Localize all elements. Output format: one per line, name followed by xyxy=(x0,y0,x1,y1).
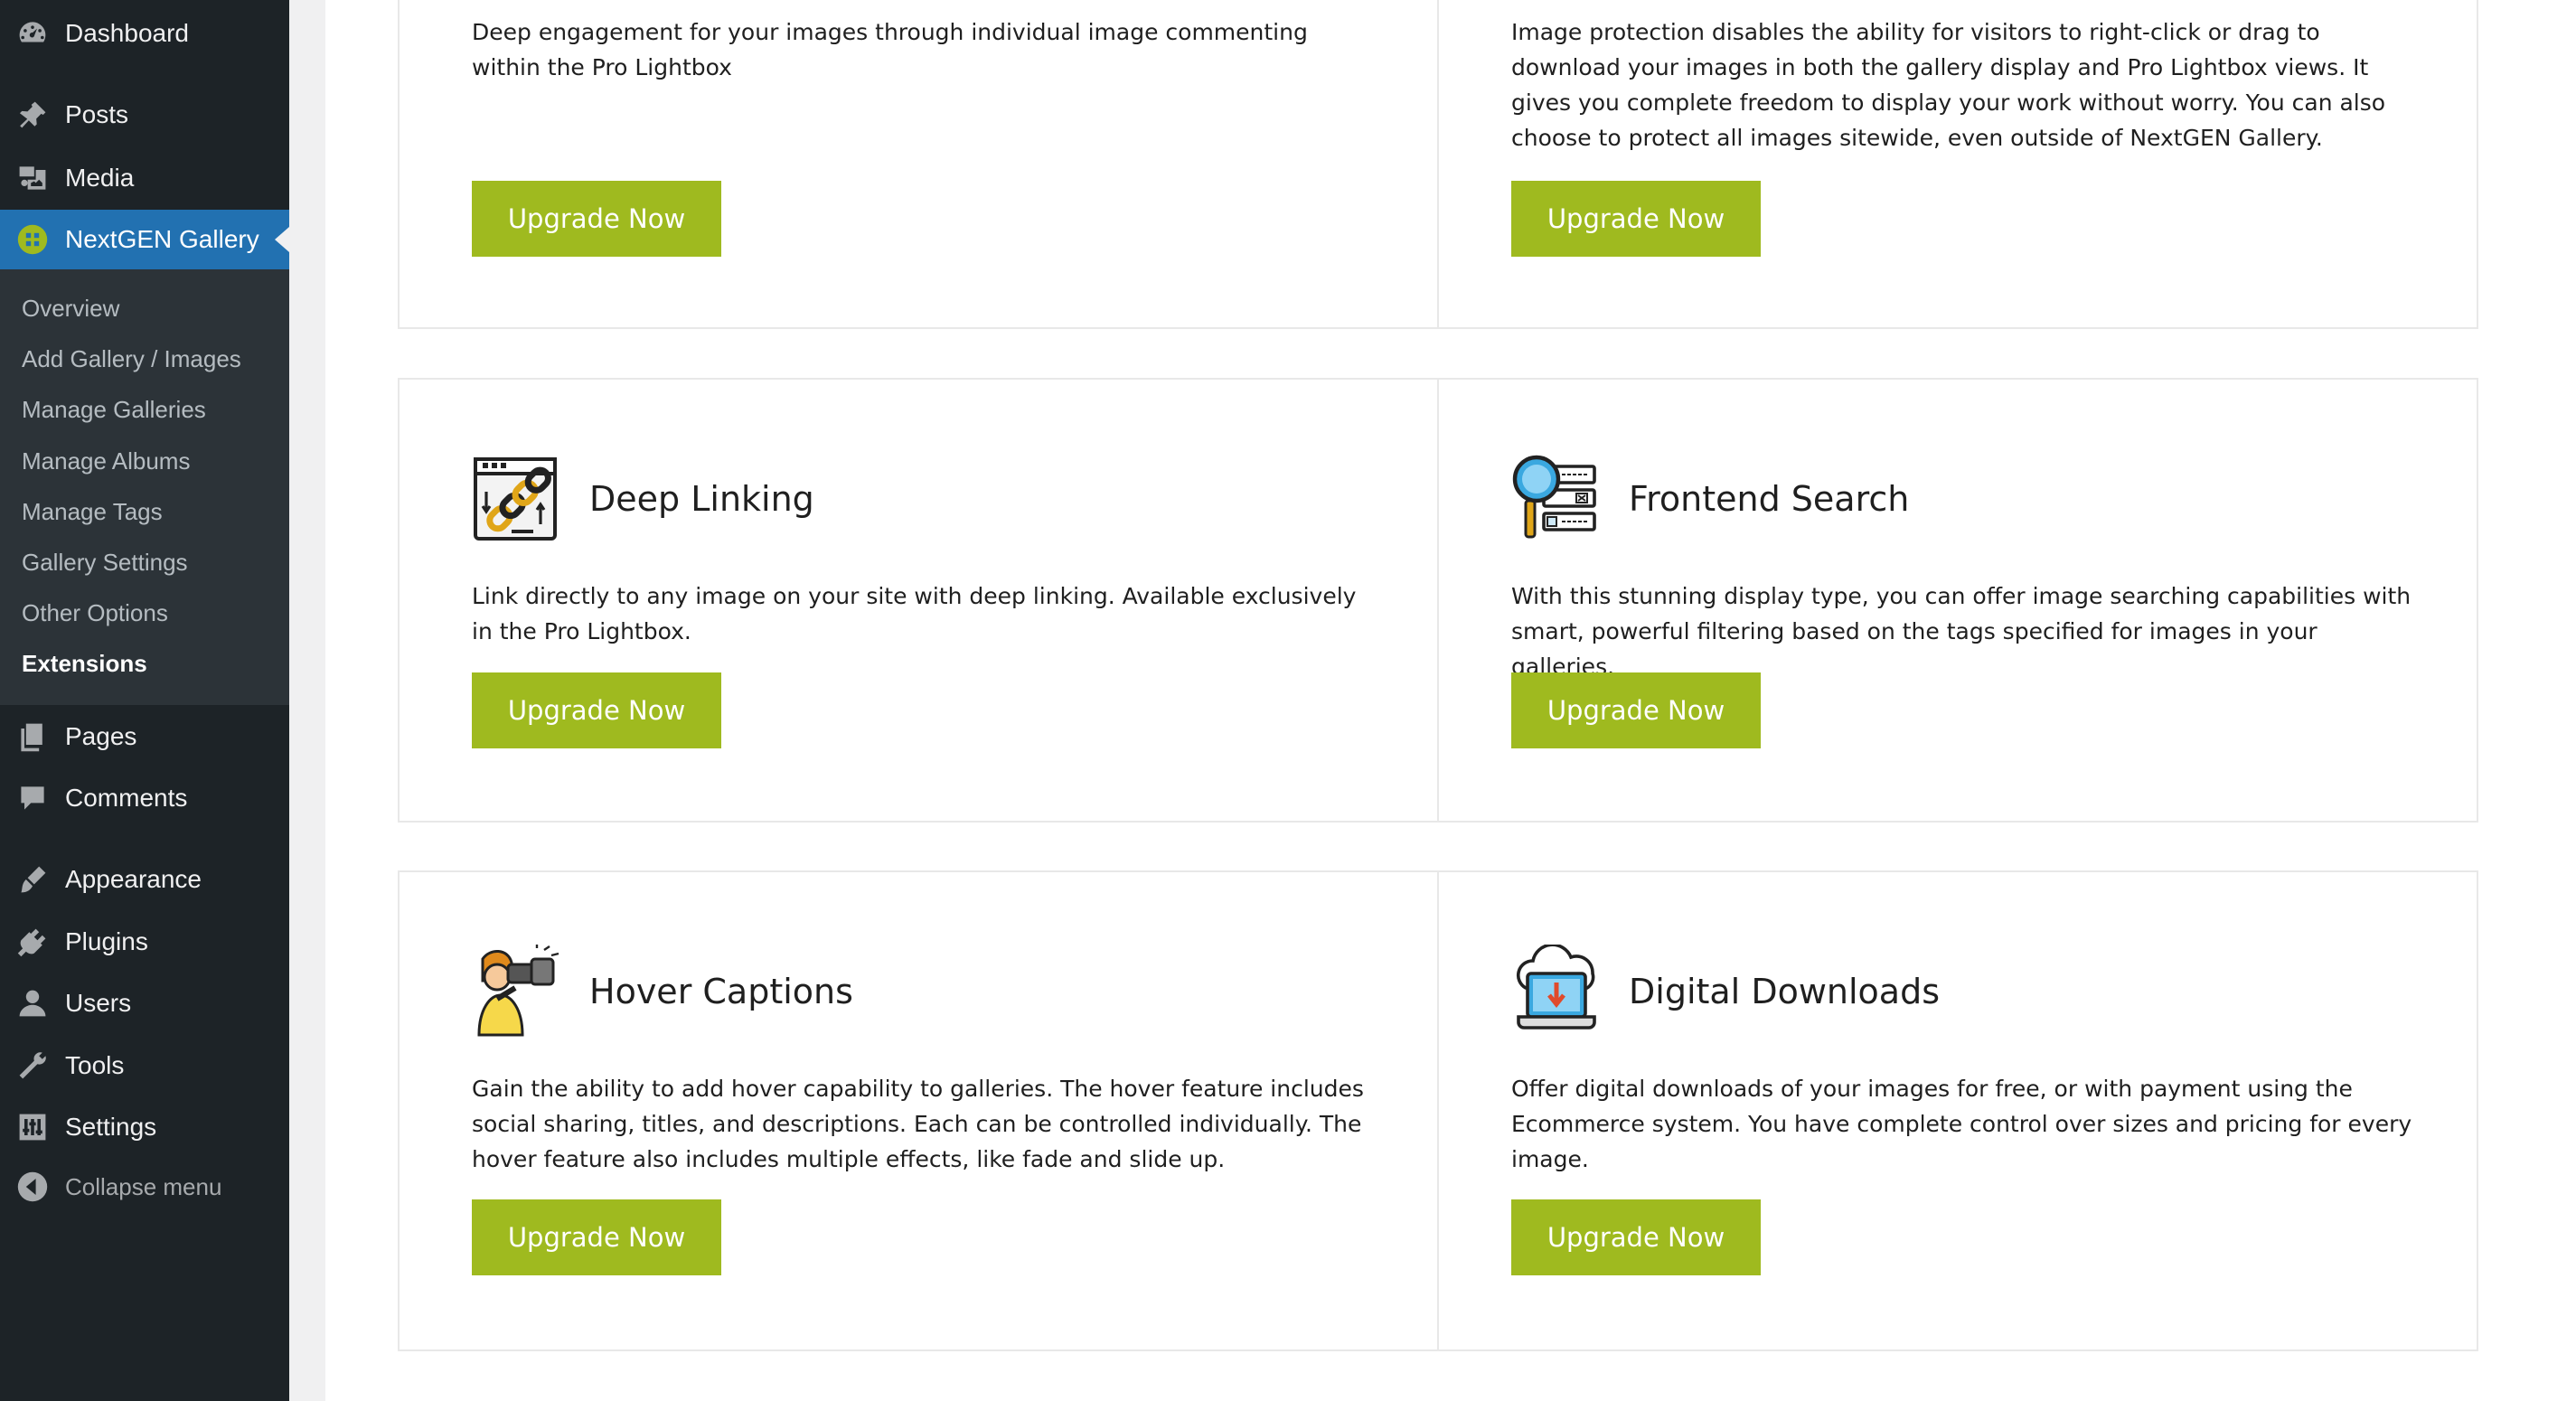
nextgen-logo-icon xyxy=(14,221,51,258)
menu-label: Appearance xyxy=(65,865,202,893)
submenu-item-gallery-settings[interactable]: Gallery Settings xyxy=(22,549,188,577)
pages-icon xyxy=(14,719,51,755)
upgrade-now-button[interactable]: Upgrade Now xyxy=(1511,672,1761,748)
chain-link-icon xyxy=(472,452,562,546)
card-title: Deep Linking xyxy=(589,479,814,519)
menu-item-plugins[interactable]: Plugins xyxy=(0,912,289,972)
menu-item-settings[interactable]: Settings xyxy=(0,1097,289,1157)
submenu-item-overview[interactable]: Overview xyxy=(22,295,119,323)
menu-label: NextGEN Gallery xyxy=(65,225,259,253)
upgrade-now-button[interactable]: Upgrade Now xyxy=(1511,181,1761,257)
wrench-icon xyxy=(14,1048,51,1084)
menu-item-dashboard[interactable]: Dashboard xyxy=(0,4,289,63)
upgrade-now-button[interactable]: Upgrade Now xyxy=(1511,1199,1761,1275)
collapse-arrow-icon xyxy=(14,1169,51,1205)
card-header: Deep Linking xyxy=(472,452,814,546)
submenu-item-extensions[interactable]: Extensions xyxy=(22,650,147,678)
media-icon xyxy=(14,160,51,196)
extension-card-image-commenting: Deep engagement for your images through … xyxy=(398,0,1439,329)
menu-label: Settings xyxy=(65,1113,157,1141)
submenu-item-manage-tags[interactable]: Manage Tags xyxy=(22,498,163,526)
menu-label: Media xyxy=(65,164,135,192)
card-header: Hover Captions xyxy=(472,945,853,1039)
menu-item-users[interactable]: Users xyxy=(0,973,289,1033)
extension-card-digital-downloads: Digital Downloads Offer digital download… xyxy=(1437,870,2478,1351)
paintbrush-icon xyxy=(14,861,51,898)
menu-label: Comments xyxy=(65,784,188,812)
collapse-menu-button[interactable]: Collapse menu xyxy=(0,1157,289,1217)
admin-sidebar: Dashboard Posts Media NextGEN Gallery Ov… xyxy=(0,0,289,1401)
menu-label: Users xyxy=(65,989,132,1017)
extension-card-hover-captions: Hover Captions Gain the ability to add h… xyxy=(398,870,1439,1351)
card-title: Hover Captions xyxy=(589,972,853,1011)
extension-card-frontend-search: Frontend Search With this stunning displ… xyxy=(1437,378,2478,823)
card-description: Link directly to any image on your site … xyxy=(472,583,1357,644)
upgrade-now-button[interactable]: Upgrade Now xyxy=(472,181,721,257)
submenu-item-other-options[interactable]: Other Options xyxy=(22,599,168,627)
card-title: Digital Downloads xyxy=(1629,972,1941,1011)
menu-item-nextgen-gallery[interactable]: NextGEN Gallery xyxy=(0,210,289,269)
menu-label: Tools xyxy=(65,1051,125,1079)
menu-label: Posts xyxy=(65,100,129,128)
card-header: Digital Downloads xyxy=(1511,943,1941,1039)
submenu-item-manage-albums[interactable]: Manage Albums xyxy=(22,447,190,475)
dashboard-icon xyxy=(14,15,51,52)
upgrade-now-button[interactable]: Upgrade Now xyxy=(472,672,721,748)
menu-item-posts[interactable]: Posts xyxy=(0,85,289,145)
card-description: With this stunning display type, you can… xyxy=(1511,583,2411,680)
binoculars-person-icon xyxy=(472,945,562,1039)
card-description: Gain the ability to add hover capability… xyxy=(472,1076,1364,1172)
extension-card-image-protection: Image protection disables the ability fo… xyxy=(1437,0,2478,329)
extensions-panel: Deep engagement for your images through … xyxy=(325,0,2576,1401)
card-description: Offer digital downloads of your images f… xyxy=(1511,1076,2412,1172)
magnifier-filter-icon xyxy=(1511,452,1602,546)
collapse-menu-label: Collapse menu xyxy=(65,1172,222,1200)
plug-icon xyxy=(14,924,51,960)
sliders-icon xyxy=(14,1109,51,1145)
menu-label: Dashboard xyxy=(65,19,189,47)
menu-item-tools[interactable]: Tools xyxy=(0,1036,289,1095)
menu-label: Pages xyxy=(65,722,137,750)
upgrade-now-button[interactable]: Upgrade Now xyxy=(472,1199,721,1275)
card-header: Frontend Search xyxy=(1511,452,1909,546)
card-description: Deep engagement for your images through … xyxy=(472,19,1308,80)
pushpin-icon xyxy=(14,97,51,133)
menu-item-media[interactable]: Media xyxy=(0,148,289,208)
menu-item-pages[interactable]: Pages xyxy=(0,707,289,766)
menu-label: Plugins xyxy=(65,927,148,955)
menu-item-comments[interactable]: Comments xyxy=(0,768,289,828)
menu-item-appearance[interactable]: Appearance xyxy=(0,850,289,909)
user-icon xyxy=(14,985,51,1021)
extension-card-deep-linking: Deep Linking Link directly to any image … xyxy=(398,378,1439,823)
nextgen-submenu: Overview Add Gallery / Images Manage Gal… xyxy=(0,269,289,705)
submenu-item-add-gallery[interactable]: Add Gallery / Images xyxy=(22,345,241,373)
cloud-download-laptop-icon xyxy=(1511,943,1602,1039)
card-title: Frontend Search xyxy=(1629,479,1910,519)
comment-bubble-icon xyxy=(14,780,51,816)
submenu-item-manage-galleries[interactable]: Manage Galleries xyxy=(22,396,206,424)
card-description: Image protection disables the ability fo… xyxy=(1511,19,2386,151)
